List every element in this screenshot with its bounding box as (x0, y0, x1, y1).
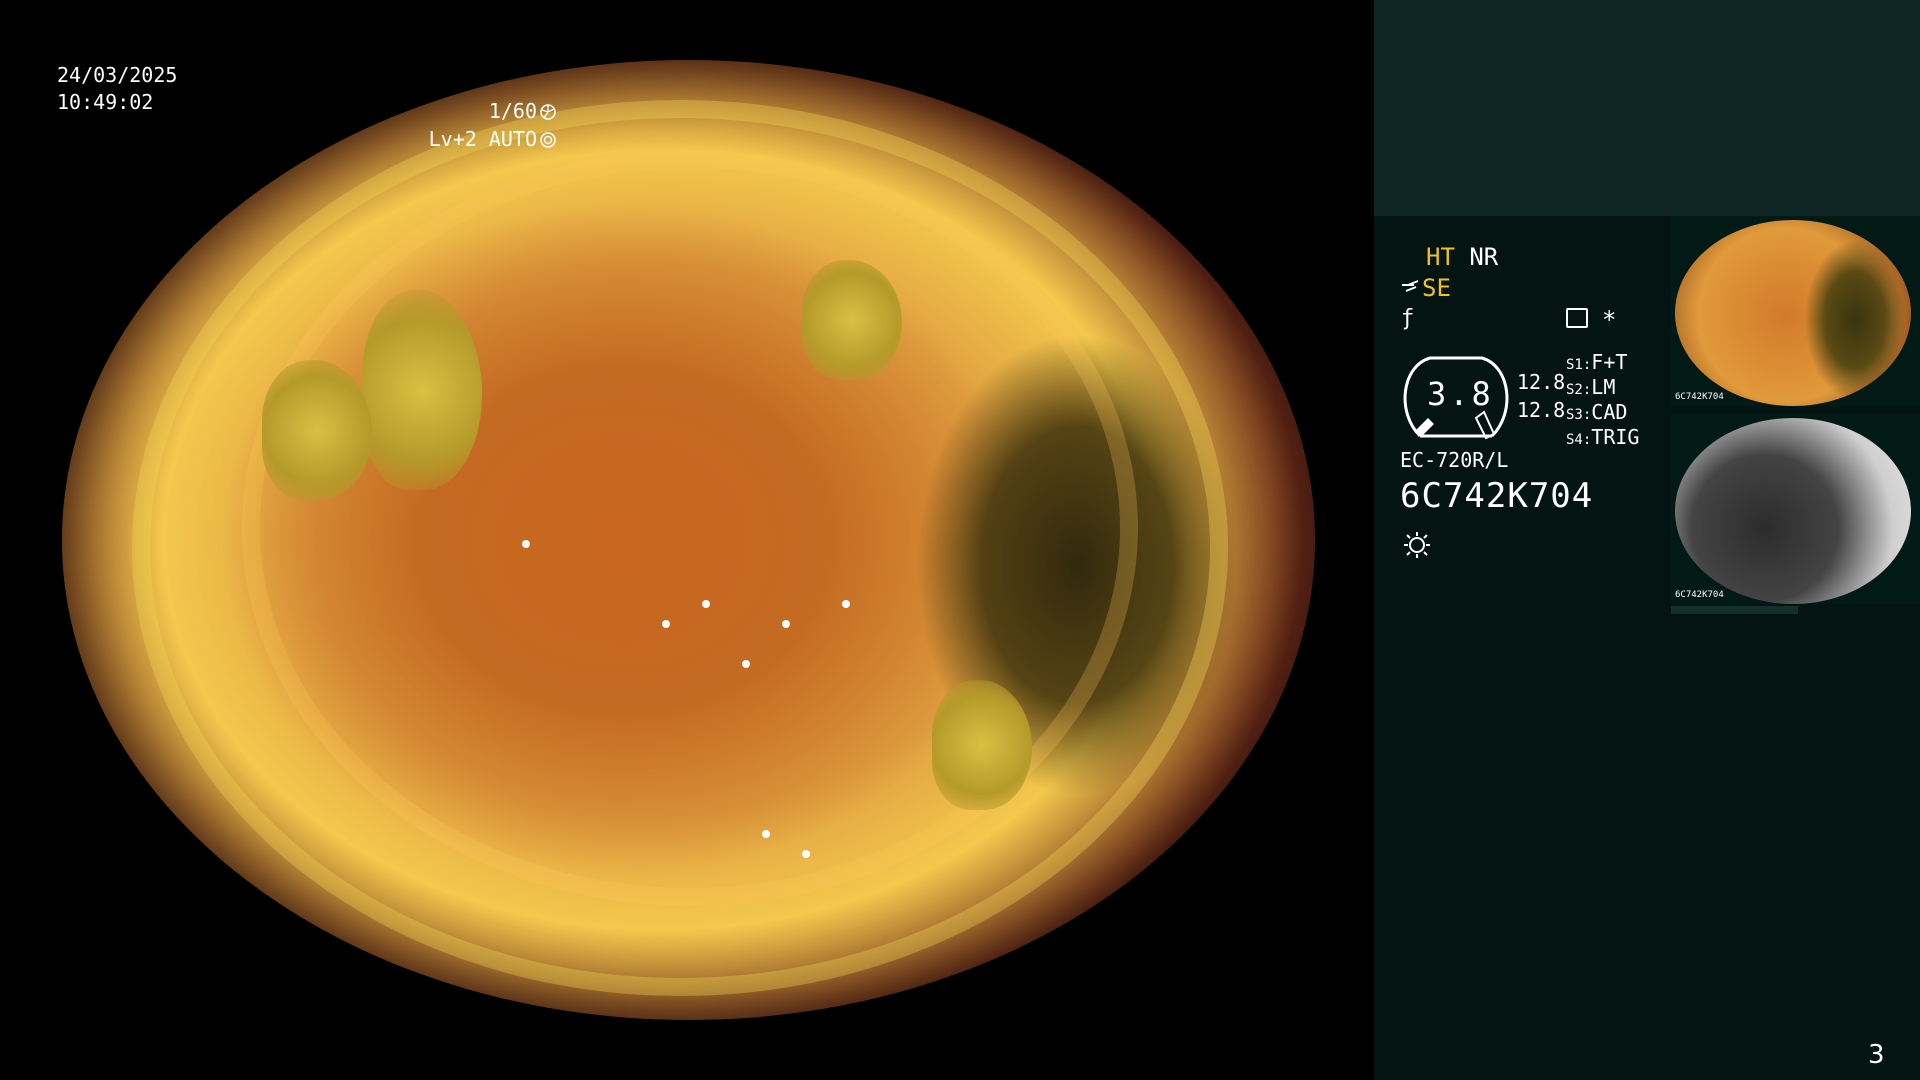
light-reflex (762, 830, 770, 838)
se-row: SE (1400, 274, 1451, 302)
date-text: 24/03/2025 (57, 63, 178, 87)
switch-row-3: S3:CAD (1566, 400, 1627, 424)
scope-serial: 6C742K704 (1400, 476, 1594, 516)
shutter-speed: 1/60 (489, 98, 556, 125)
switch-key: S2: (1566, 382, 1592, 398)
shutter-icon (540, 104, 556, 120)
captured-thumbnail[interactable]: 6C742K704 (1671, 216, 1920, 406)
brightness-level: Lv+2 AUTO (429, 126, 556, 153)
light-reflex (522, 540, 530, 548)
switch-key: S1: (1566, 357, 1592, 373)
status-side-panel: HT NR SE ƒ * 3.8 12.8 12.8 S1:F+T S2:LM … (1374, 0, 1920, 1080)
asterisk-indicator: * (1602, 306, 1617, 334)
scale-value-1: 12.8 (1517, 370, 1566, 394)
thumbnail-progress-bar (1671, 606, 1798, 614)
thumbnail-label: 6C742K704 (1675, 590, 1724, 600)
shutter-speed-value: 1/60 (488, 99, 537, 123)
auto-iris-icon (540, 132, 556, 148)
memo-icon (1566, 308, 1588, 328)
stool-debris (932, 680, 1032, 810)
endoscope-live-image (62, 60, 1315, 1020)
switch-row-2: S2:LM (1566, 375, 1615, 399)
se-indicator: SE (1422, 274, 1451, 302)
switch-value: CAD (1591, 400, 1628, 424)
switch-row-1: S1:F+T (1566, 350, 1627, 374)
light-reflex (842, 600, 850, 608)
light-reflex (782, 620, 790, 628)
light-reflex (742, 660, 750, 668)
ht-nr-row: HT NR (1426, 243, 1498, 271)
top-info-strip (1374, 0, 1920, 216)
captured-thumbnail[interactable]: 6C742K704 (1671, 414, 1920, 604)
scale-value-2: 12.8 (1517, 398, 1566, 422)
switch-value: LM (1591, 375, 1616, 399)
light-reflex (662, 620, 670, 628)
time-text: 10:49:02 (57, 90, 154, 114)
thumbnail-image (1675, 220, 1911, 406)
switch-value: F+T (1591, 350, 1628, 374)
light-source-icon (1404, 532, 1430, 558)
function-symbol: ƒ (1401, 306, 1415, 331)
switch-key: S4: (1566, 432, 1592, 448)
gauge-value: 3.8 (1427, 375, 1494, 413)
wind-icon (1402, 280, 1419, 292)
stool-debris (802, 260, 902, 380)
switch-row-4: S4:TRIG (1566, 425, 1639, 449)
thumbnail-label: 6C742K704 (1675, 392, 1724, 402)
switch-value: TRIG (1591, 425, 1640, 449)
light-reflex (702, 600, 710, 608)
brightness-level-value: Lv+2 AUTO (428, 127, 537, 151)
nr-indicator: NR (1469, 243, 1499, 271)
light-reflex (802, 850, 810, 858)
thumbnail-image (1675, 418, 1911, 604)
endoscope-main-view: 24/03/2025 10:49:02 1/60 Lv+2 AUTO (0, 0, 1374, 1080)
scope-model: EC-720R/L (1400, 448, 1509, 472)
page-number: 3 (1868, 1040, 1885, 1070)
ht-indicator: HT (1426, 243, 1455, 271)
switch-key: S3: (1566, 407, 1592, 423)
stool-debris (262, 360, 372, 500)
